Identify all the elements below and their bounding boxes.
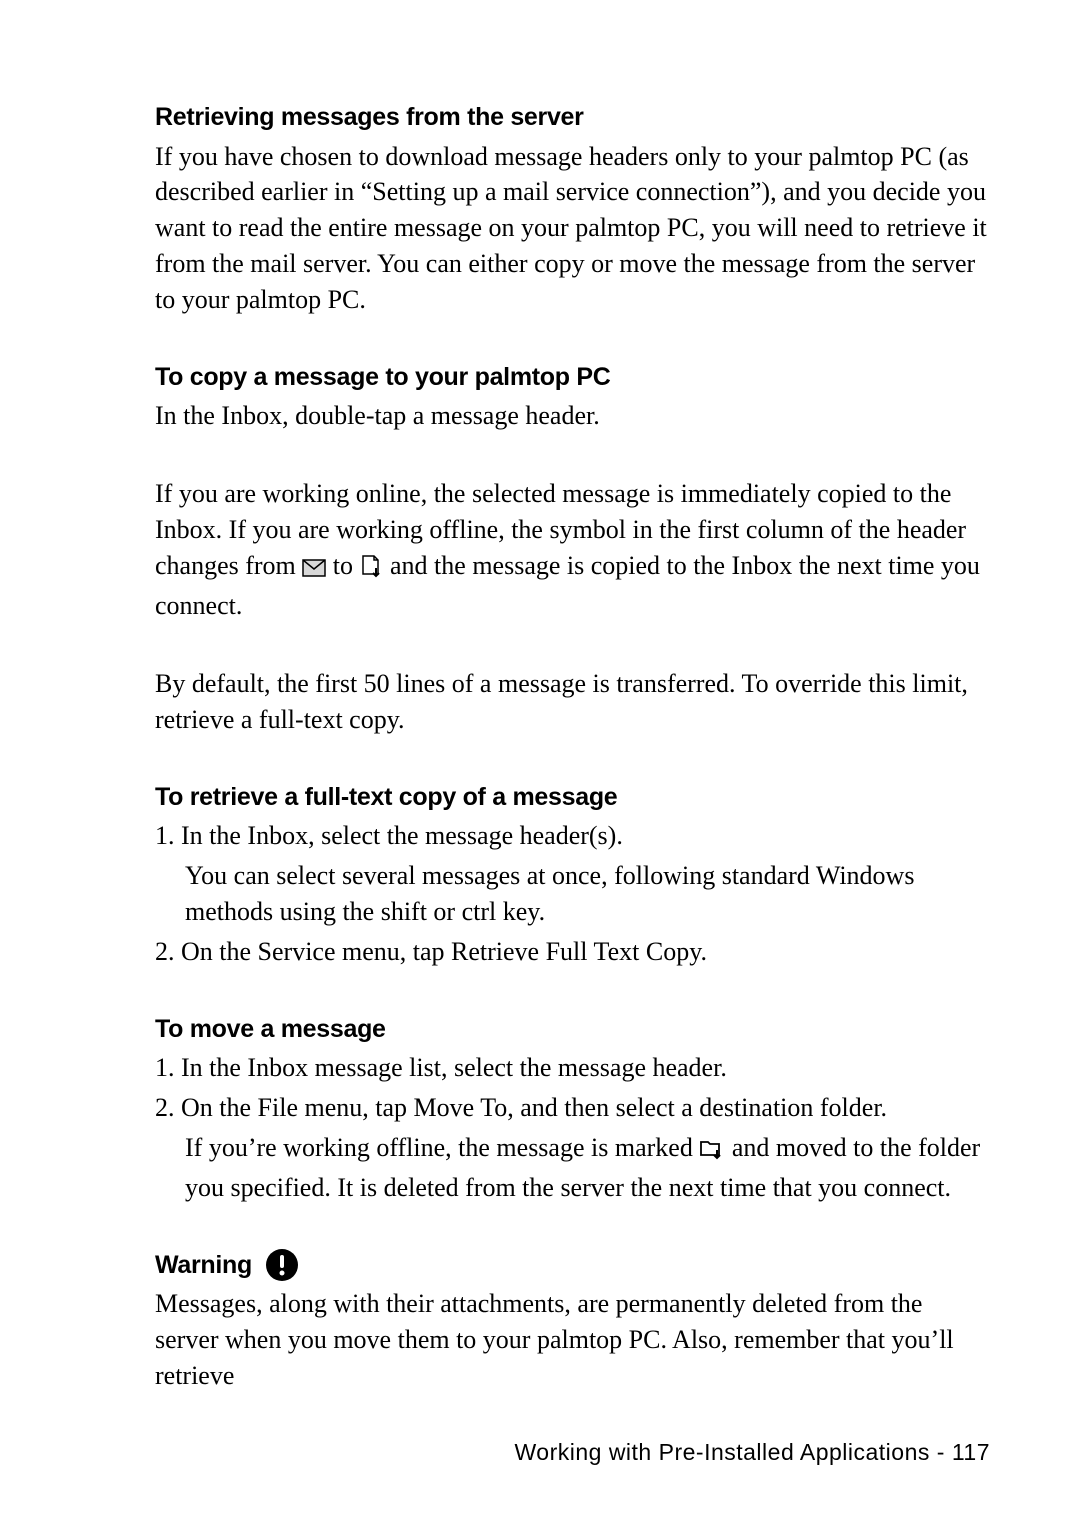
text-fragment: If you’re working offline, the message i…	[185, 1133, 699, 1162]
footer-page-number: 117	[952, 1439, 990, 1465]
paragraph-warning: Messages, along with their attachments, …	[155, 1286, 990, 1394]
heading-copy-message: To copy a message to your palmtop PC	[155, 360, 990, 395]
document-page: Retrieving messages from the server If y…	[0, 0, 1080, 1529]
heading-retrieving: Retrieving messages from the server	[155, 100, 990, 135]
page-footer: Working with Pre-Installed Applications …	[515, 1437, 991, 1469]
heading-retrieve-fulltext: To retrieve a full-text copy of a messag…	[155, 780, 990, 815]
warning-icon	[265, 1248, 299, 1282]
warning-section: Warning	[155, 1248, 990, 1283]
list-item-continuation: You can select several messages at once,…	[185, 858, 990, 930]
list-item: 1. In the Inbox, select the message head…	[155, 818, 990, 854]
paragraph-retrieving-intro: If you have chosen to download message h…	[155, 139, 990, 318]
envelope-icon	[302, 552, 326, 588]
folder-move-icon	[699, 1134, 725, 1170]
paragraph-online-offline: If you are working online, the selected …	[155, 476, 990, 624]
paragraph-copy-step: In the Inbox, double-tap a message heade…	[155, 398, 990, 434]
footer-chapter-title: Working with Pre-Installed Applications …	[515, 1439, 945, 1465]
text-fragment: to	[333, 551, 360, 580]
paragraph-default-lines: By default, the first 50 lines of a mess…	[155, 666, 990, 738]
document-download-icon	[360, 552, 384, 588]
list-item: 2. On the Service menu, tap Retrieve Ful…	[155, 934, 990, 970]
heading-move-message: To move a message	[155, 1012, 990, 1047]
list-item: 1. In the Inbox message list, select the…	[155, 1050, 990, 1086]
list-item-continuation: If you’re working offline, the message i…	[185, 1130, 990, 1206]
list-item: 2. On the File menu, tap Move To, and th…	[155, 1090, 990, 1126]
